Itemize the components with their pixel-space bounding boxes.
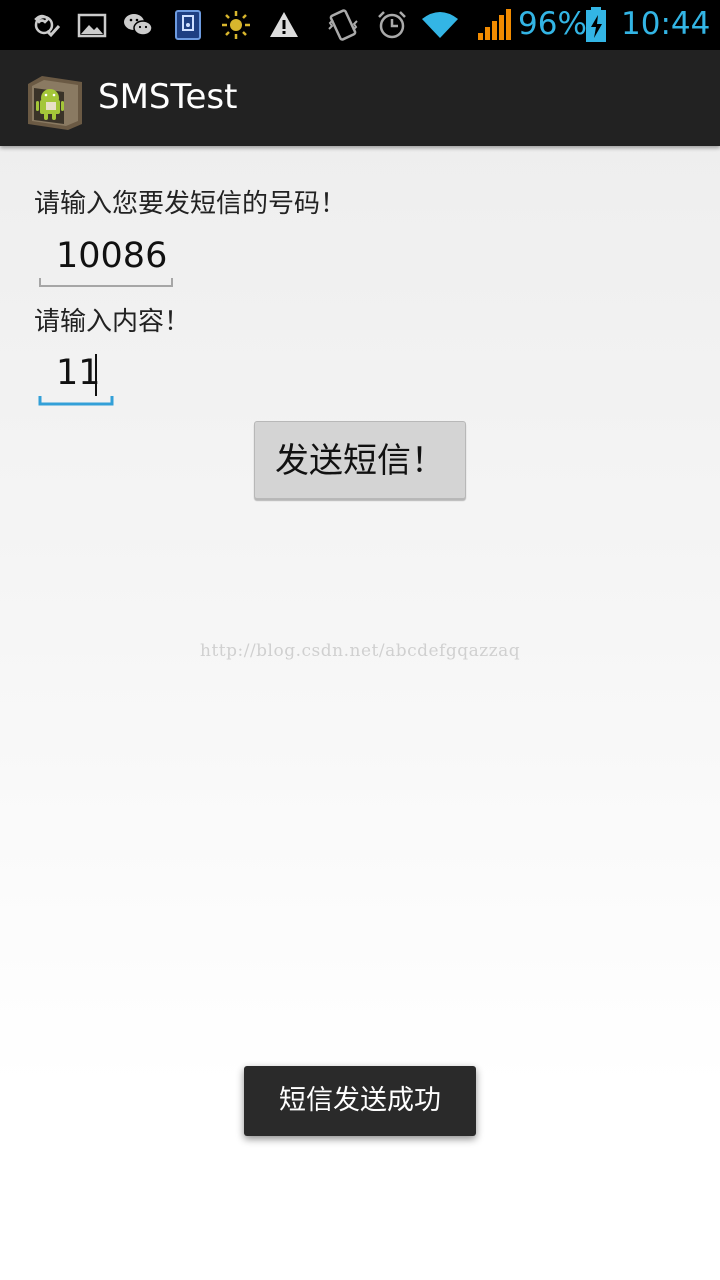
gallery-icon — [77, 13, 107, 38]
action-bar: SMSTest — [0, 50, 720, 146]
content-input[interactable]: 11 — [56, 353, 101, 393]
sim-icon — [175, 10, 201, 40]
alarm-icon — [378, 11, 406, 39]
vibrate-icon — [328, 9, 358, 41]
wechat-icon — [124, 14, 153, 36]
content-label: 请输入内容！ — [34, 307, 191, 337]
status-bar: 96% 10:44 — [0, 0, 720, 50]
phone-label: 请输入您要发短信的号码！ — [34, 189, 347, 219]
text-cursor — [95, 354, 97, 396]
toast-message: 短信发送成功 — [244, 1066, 476, 1136]
brightness-icon — [222, 11, 250, 39]
app-title: SMSTest — [98, 77, 238, 117]
send-sms-button[interactable]: 发送短信！ — [254, 421, 466, 499]
watermark: http://blog.csdn.net/abcdefgqazzaq — [200, 641, 521, 661]
signal-icon — [478, 9, 511, 40]
phone-input-underline — [39, 278, 173, 287]
android-app-icon[interactable] — [24, 74, 86, 130]
wifi-icon — [422, 12, 458, 38]
missed-call-icon — [34, 14, 61, 38]
warning-icon — [270, 12, 298, 37]
battery-charging-icon — [586, 7, 606, 42]
clock: 10:44 — [621, 6, 711, 42]
content-input-underline — [38, 396, 114, 406]
phone-input[interactable]: 10086 — [56, 236, 167, 276]
battery-percent: 96% — [518, 6, 587, 42]
